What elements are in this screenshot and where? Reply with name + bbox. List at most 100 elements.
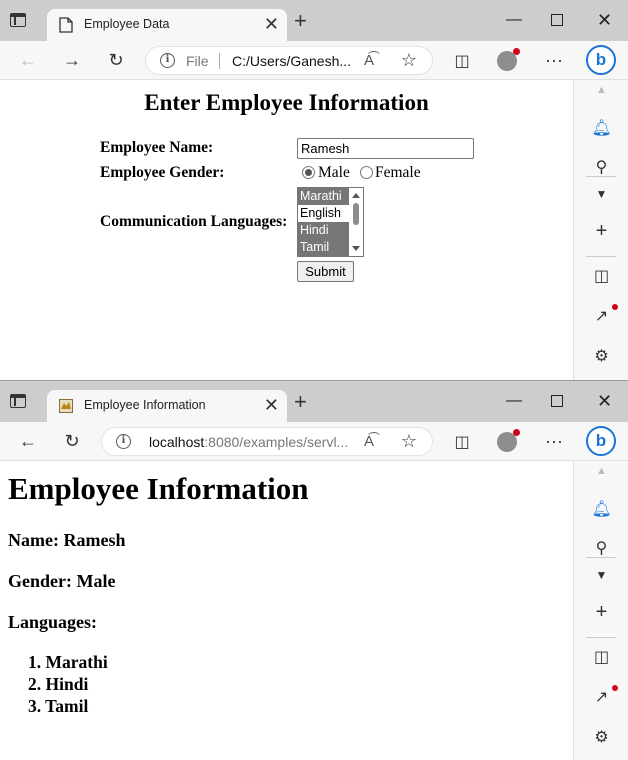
output-languages-label: Languages: xyxy=(8,612,98,632)
plus-icon[interactable]: + xyxy=(294,391,307,413)
sidebar-divider xyxy=(586,176,616,177)
address-path: C:/Users/Ganesh... xyxy=(232,53,352,69)
split-screen-icon[interactable]: ◫ xyxy=(447,422,477,461)
output-heading: Employee Information xyxy=(8,471,309,506)
tab-title: Employee Data xyxy=(84,17,170,31)
language-option-english[interactable]: English xyxy=(298,205,349,222)
gender-female-label: Female xyxy=(375,164,421,181)
bell-icon[interactable]: 🔔︎ xyxy=(574,499,628,519)
star-icon[interactable]: ☆ xyxy=(394,41,424,80)
list-item: 3. Tamil xyxy=(28,696,89,716)
tab-actions-icon[interactable] xyxy=(10,13,26,27)
employee-name-input[interactable] xyxy=(297,138,474,159)
info-icon[interactable]: i xyxy=(160,53,175,68)
gender-male-label: Male xyxy=(318,164,350,181)
info-icon[interactable]: i xyxy=(116,434,131,449)
browser-window-employee-data: Employee Data ✕ + — ✕ ← → ↻ i File C:/Us… xyxy=(0,0,628,380)
read-aloud-icon[interactable]: A͡ xyxy=(354,422,384,461)
list-item: 2. Hindi xyxy=(28,674,89,694)
sidebar-divider xyxy=(586,637,616,638)
tomcat-favicon xyxy=(59,399,73,413)
page-icon xyxy=(59,17,73,33)
close-tab-icon[interactable]: ✕ xyxy=(264,395,279,415)
language-option-marathi[interactable]: Marathi xyxy=(298,188,349,205)
address-scheme: File xyxy=(186,53,209,69)
bing-copilot-icon[interactable]: b xyxy=(586,45,616,75)
gear-icon[interactable]: ⚙ xyxy=(574,727,628,747)
title-bar: Employee Data ✕ + — ✕ xyxy=(0,0,628,41)
address-host: localhost xyxy=(149,434,205,450)
communication-languages-label: Communication Languages: xyxy=(100,213,288,230)
address-bar[interactable]: i File C:/Users/Ganesh... xyxy=(145,46,433,75)
notification-dot xyxy=(612,304,618,310)
sidebar-scroll-up-icon[interactable]: ▲ xyxy=(574,84,628,96)
language-option-hindi[interactable]: Hindi xyxy=(298,222,349,239)
toolbar: ← ↻ i localhost:8080/examples/servl... A… xyxy=(0,422,628,461)
listbox-scrollbar[interactable] xyxy=(350,189,362,255)
read-aloud-icon[interactable]: A͡ xyxy=(354,41,384,80)
add-sidebar-app-icon[interactable]: + xyxy=(574,220,628,243)
employee-name-label: Employee Name: xyxy=(100,139,214,156)
profile-avatar-icon[interactable] xyxy=(497,429,520,452)
external-link-icon[interactable]: ↗ xyxy=(574,687,628,707)
refresh-icon[interactable]: ↻ xyxy=(101,41,131,80)
tab-employee-information[interactable]: Employee Information ✕ xyxy=(47,390,287,422)
arrow-left-icon[interactable]: ← xyxy=(13,422,43,461)
split-screen-icon[interactable]: ◫ xyxy=(447,41,477,80)
maximize-icon[interactable] xyxy=(551,395,563,407)
arrow-left-icon[interactable]: ← xyxy=(13,41,43,80)
search-icon[interactable]: ⚲ xyxy=(574,538,628,558)
list-item: 1. Marathi xyxy=(28,652,108,672)
scroll-thumb[interactable] xyxy=(353,203,359,225)
gear-icon[interactable]: ⚙ xyxy=(574,346,628,366)
gender-male-radio[interactable] xyxy=(302,166,315,179)
add-sidebar-app-icon[interactable]: + xyxy=(574,601,628,624)
output-gender-line: Gender: Male xyxy=(8,571,116,591)
plus-icon[interactable]: + xyxy=(294,10,307,32)
bell-icon[interactable]: 🔔︎ xyxy=(574,118,628,138)
edge-sidebar: ▲ 🔔︎ ⚲ ▼ + ◫ ↗ ⚙ xyxy=(573,461,628,760)
minimize-icon[interactable]: — xyxy=(506,389,522,413)
address-url: localhost:8080/examples/servl... xyxy=(149,434,348,450)
form-heading: Enter Employee Information xyxy=(144,90,429,115)
submit-button[interactable]: Submit xyxy=(297,261,354,282)
tab-employee-data[interactable]: Employee Data ✕ xyxy=(47,9,287,41)
tab-title: Employee Information xyxy=(84,398,206,412)
browser-window-employee-information: Employee Information ✕ + — ✕ ← ↻ i local… xyxy=(0,380,628,760)
maximize-icon[interactable] xyxy=(551,14,563,26)
toolbar: ← → ↻ i File C:/Users/Ganesh... A͡ ☆ ◫ ·… xyxy=(0,41,628,80)
more-icon[interactable]: ··· xyxy=(539,422,569,461)
sidebar-divider xyxy=(586,557,616,558)
edge-sidebar: ▲ 🔔︎ ⚲ ▼ + ◫ ↗ ⚙ xyxy=(573,80,628,380)
title-bar: Employee Information ✕ + — ✕ xyxy=(0,381,628,422)
address-rest: :8080/examples/servl... xyxy=(204,434,349,450)
external-link-icon[interactable]: ↗ xyxy=(574,306,628,326)
refresh-icon[interactable]: ↻ xyxy=(57,422,87,461)
bing-copilot-icon[interactable]: b xyxy=(586,426,616,456)
sidebar-panel-icon[interactable]: ◫ xyxy=(574,266,628,286)
tab-actions-icon[interactable] xyxy=(10,394,26,408)
more-icon[interactable]: ··· xyxy=(539,41,569,80)
close-window-icon[interactable]: ✕ xyxy=(597,389,612,413)
output-name-line: Name: Ramesh xyxy=(8,530,126,550)
language-option-tamil[interactable]: Tamil xyxy=(298,239,349,256)
scroll-down-icon[interactable] xyxy=(352,246,360,251)
page-content: Employee Information Name: Ramesh Gender… xyxy=(0,461,573,760)
close-window-icon[interactable]: ✕ xyxy=(597,8,612,32)
gender-female-radio[interactable] xyxy=(360,166,373,179)
profile-avatar-icon[interactable] xyxy=(497,48,520,71)
sidebar-scroll-down-icon[interactable]: ▼ xyxy=(574,568,628,582)
arrow-right-icon[interactable]: → xyxy=(57,41,87,80)
close-tab-icon[interactable]: ✕ xyxy=(264,14,279,34)
sidebar-scroll-down-icon[interactable]: ▼ xyxy=(574,187,628,201)
minimize-icon[interactable]: — xyxy=(506,8,522,32)
sidebar-scroll-up-icon[interactable]: ▲ xyxy=(574,465,628,477)
star-icon[interactable]: ☆ xyxy=(394,422,424,461)
output-languages-list: 1. Marathi 2. Hindi 3. Tamil xyxy=(28,651,108,717)
sidebar-panel-icon[interactable]: ◫ xyxy=(574,647,628,667)
scroll-up-icon[interactable] xyxy=(352,193,360,198)
address-separator xyxy=(219,53,220,69)
notification-dot xyxy=(612,685,618,691)
search-icon[interactable]: ⚲ xyxy=(574,157,628,177)
languages-listbox[interactable]: Marathi English Hindi Tamil xyxy=(297,187,364,257)
